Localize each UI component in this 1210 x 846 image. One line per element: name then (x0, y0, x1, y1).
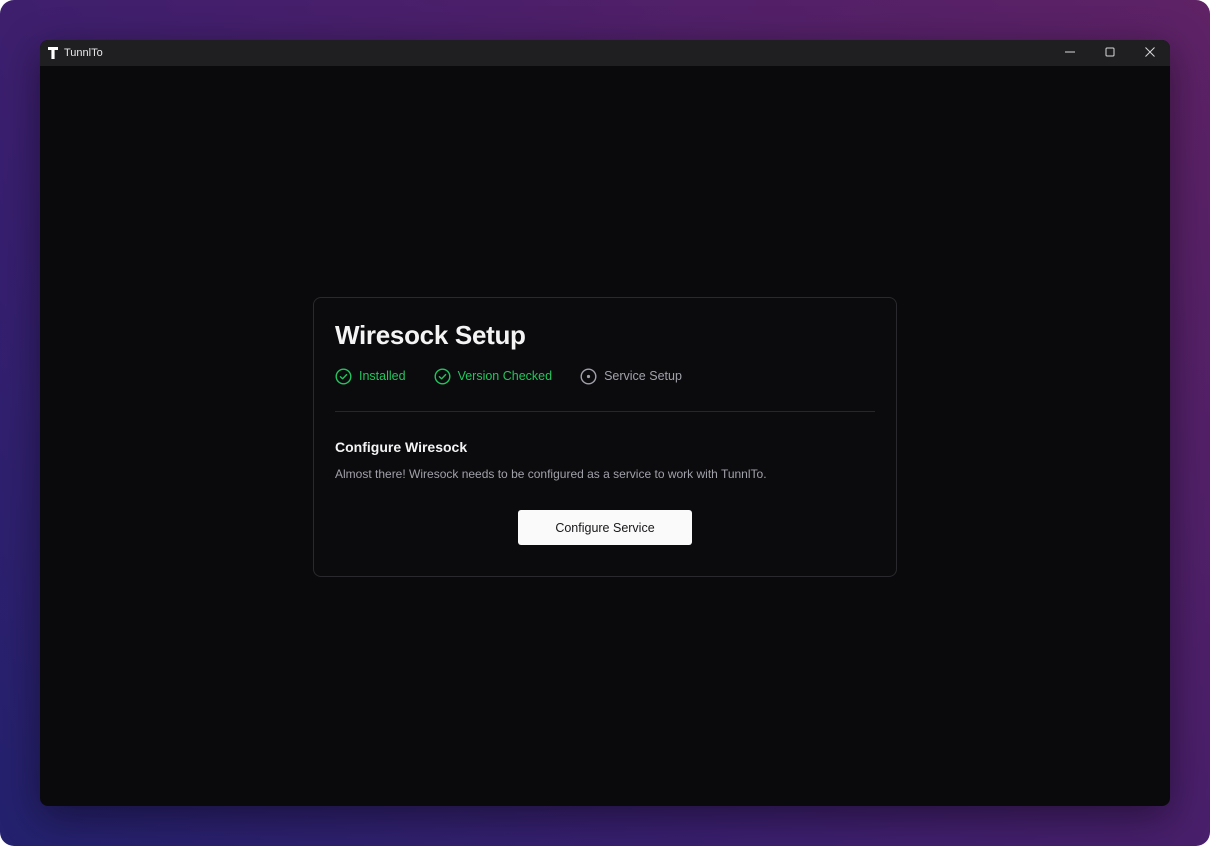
check-circle-icon (335, 367, 352, 385)
setup-card: Wiresock Setup Installed Version Checked… (313, 297, 897, 577)
main-content: Wiresock Setup Installed Version Checked… (40, 66, 1170, 806)
maximize-icon (1105, 44, 1115, 62)
configure-service-button[interactable]: Configure Service (518, 510, 692, 545)
check-circle-icon (434, 367, 451, 385)
title-bar-left: TunnlTo (40, 47, 103, 59)
app-logo-icon (48, 47, 58, 59)
close-button[interactable] (1130, 40, 1170, 66)
button-row: Configure Service (335, 510, 875, 545)
section-title: Configure Wiresock (335, 439, 468, 455)
step-label: Service Setup (604, 369, 682, 383)
step-service-setup: Service Setup (580, 367, 682, 385)
step-label: Installed (359, 369, 406, 383)
dot-circle-icon (580, 367, 597, 385)
app-window: TunnlTo Wiresock Setup Installed Version… (40, 40, 1170, 806)
minimize-icon (1065, 44, 1075, 62)
desktop-background: TunnlTo Wiresock Setup Installed Version… (0, 0, 1210, 846)
window-title: TunnlTo (64, 47, 103, 59)
maximize-button[interactable] (1090, 40, 1130, 66)
minimize-button[interactable] (1050, 40, 1090, 66)
step-installed: Installed (335, 367, 406, 385)
step-version-checked: Version Checked (434, 367, 553, 385)
close-icon (1145, 44, 1155, 62)
step-label: Version Checked (457, 369, 553, 383)
window-controls (1050, 40, 1170, 66)
divider (335, 411, 875, 412)
title-bar[interactable]: TunnlTo (40, 40, 1170, 66)
setup-steps: Installed Version Checked Service Setup (335, 365, 875, 387)
section-description: Almost there! Wiresock needs to be confi… (335, 467, 767, 481)
setup-title: Wiresock Setup (335, 320, 526, 350)
